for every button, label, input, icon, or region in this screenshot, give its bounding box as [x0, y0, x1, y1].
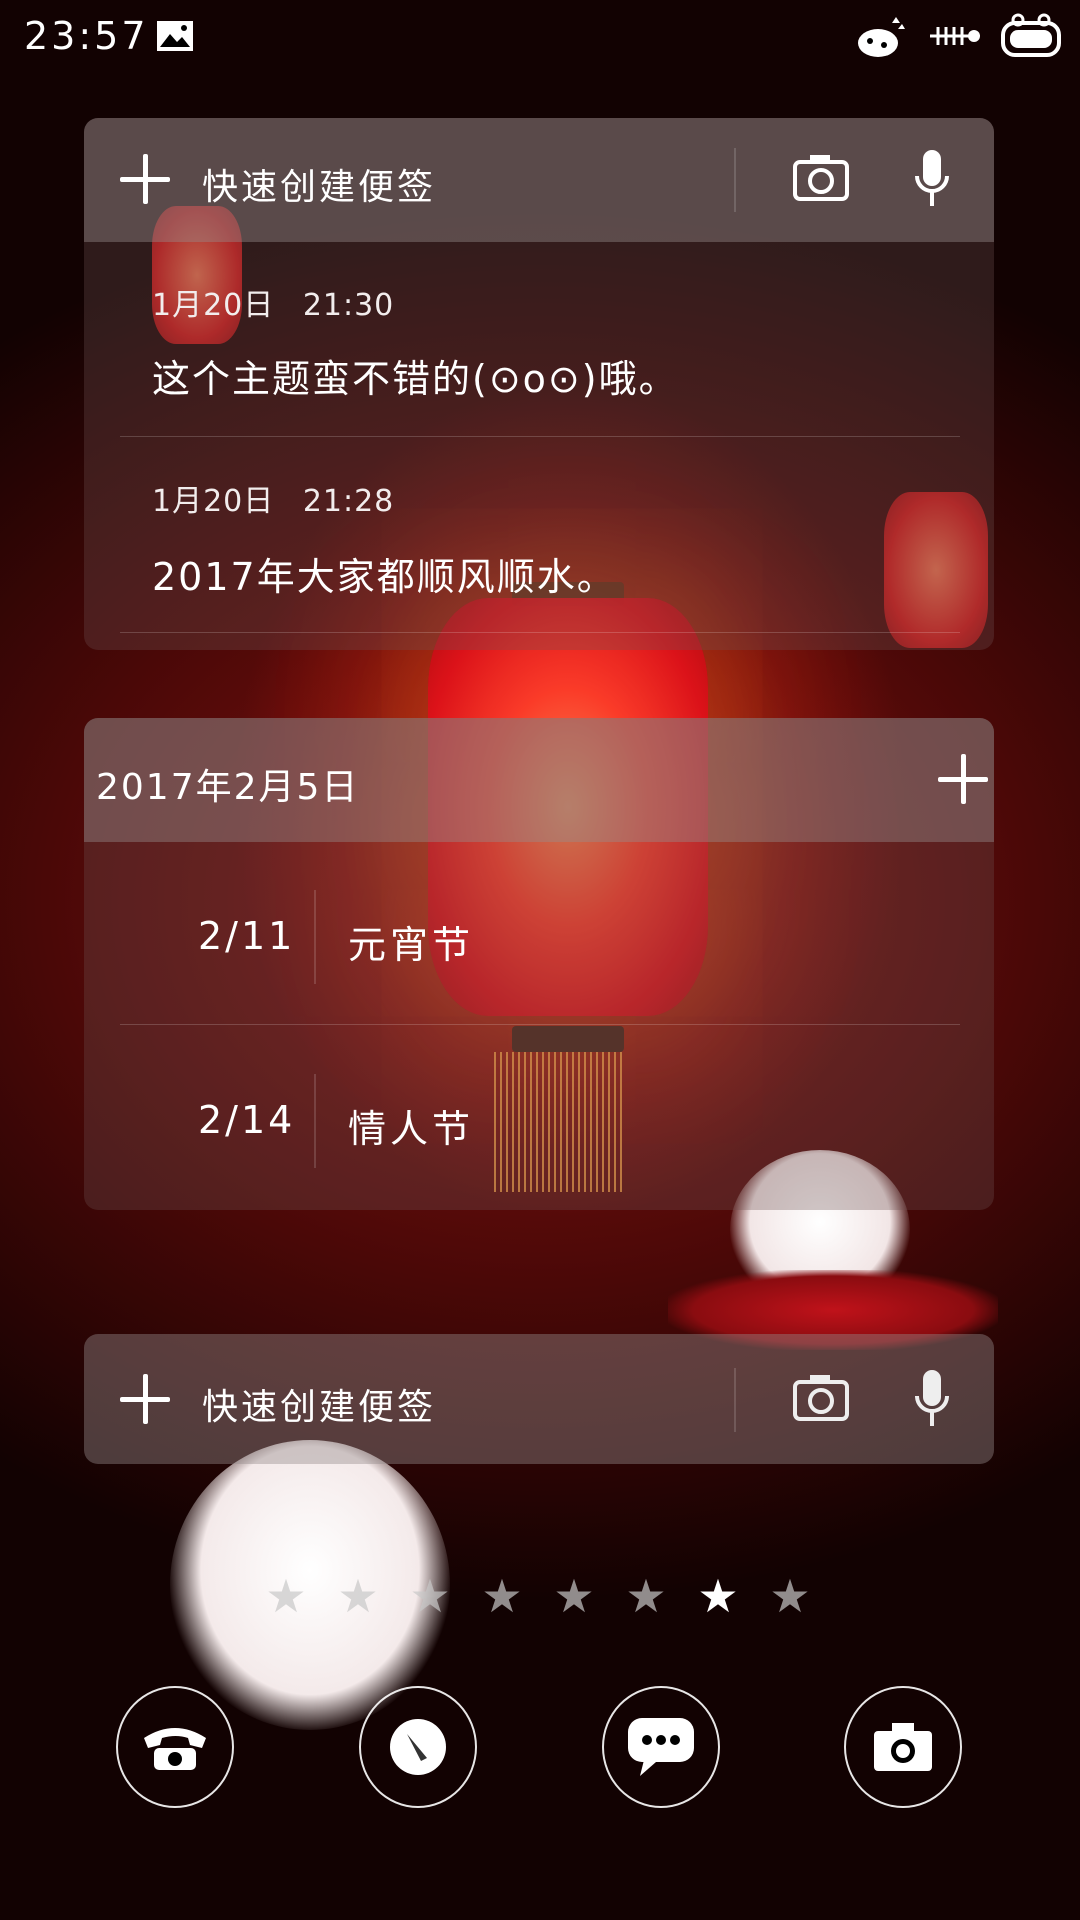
microphone-icon[interactable] [912, 148, 952, 210]
camera-icon [874, 1723, 932, 1771]
phone-button[interactable] [116, 1686, 234, 1808]
event-date: 2/11 [198, 914, 296, 958]
quick-create-label[interactable]: 快速创建便签 [202, 158, 436, 210]
calendar-header: 2017年2月5日 [84, 718, 994, 842]
compass-icon [390, 1719, 446, 1775]
notes-widget-bottom: 快速创建便签 [84, 1334, 994, 1464]
quick-create-label[interactable]: 快速创建便签 [202, 1378, 436, 1430]
add-note-icon[interactable] [120, 1374, 170, 1424]
microphone-icon[interactable] [912, 1368, 952, 1430]
phone-icon [144, 1728, 206, 1770]
notes-widget-top: 快速创建便签 1月20日 21:30 这个主题蛮不错的(⊙o⊙)哦。 1月20日… [84, 118, 994, 650]
note-date: 1月20日 [152, 288, 275, 323]
camera-button[interactable] [844, 1686, 962, 1808]
note-text: 这个主题蛮不错的(⊙o⊙)哦。 [152, 357, 679, 401]
note-date: 1月20日 [152, 484, 275, 519]
status-bar: 23:57 [0, 0, 1080, 80]
quick-create-bar[interactable]: 快速创建便签 [84, 1334, 994, 1464]
messages-button[interactable] [602, 1686, 720, 1808]
page-dot-active[interactable]: ★ [694, 1568, 742, 1624]
page-dot[interactable]: ★ [406, 1568, 454, 1624]
battery-icon [1001, 13, 1061, 57]
note-time: 21:28 [302, 484, 395, 519]
page-indicator[interactable]: ★ ★ ★ ★ ★ ★ ★ ★ [262, 1568, 814, 1624]
camera-icon[interactable] [792, 1372, 850, 1422]
add-event-icon[interactable] [938, 754, 988, 804]
calendar-widget: 2017年2月5日 2/11 元宵节 2/14 情人节 [84, 718, 994, 1210]
quick-create-bar[interactable]: 快速创建便签 [84, 118, 994, 242]
image-icon [157, 21, 193, 51]
compass-button[interactable] [359, 1686, 477, 1808]
fishbone-signal-icon [930, 27, 980, 45]
cat-notification-icon [858, 17, 905, 57]
dock [0, 1686, 1080, 1812]
page-dot[interactable]: ★ [478, 1568, 526, 1624]
calendar-date-title: 2017年2月5日 [96, 767, 360, 808]
status-time: 23:57 [24, 14, 149, 58]
add-note-icon[interactable] [120, 154, 170, 204]
event-name: 情人节 [348, 1107, 475, 1151]
note-time: 21:30 [302, 288, 395, 323]
event-date: 2/14 [198, 1098, 296, 1142]
page-dot[interactable]: ★ [550, 1568, 598, 1624]
page-dot[interactable]: ★ [766, 1568, 814, 1624]
note-text: 2017年大家都顺风顺水。 [152, 555, 617, 599]
page-dot[interactable]: ★ [622, 1568, 670, 1624]
message-icon [628, 1718, 694, 1776]
event-name: 元宵节 [348, 923, 475, 967]
camera-icon[interactable] [792, 152, 850, 202]
page-dot[interactable]: ★ [334, 1568, 382, 1624]
page-dot[interactable]: ★ [262, 1568, 310, 1624]
